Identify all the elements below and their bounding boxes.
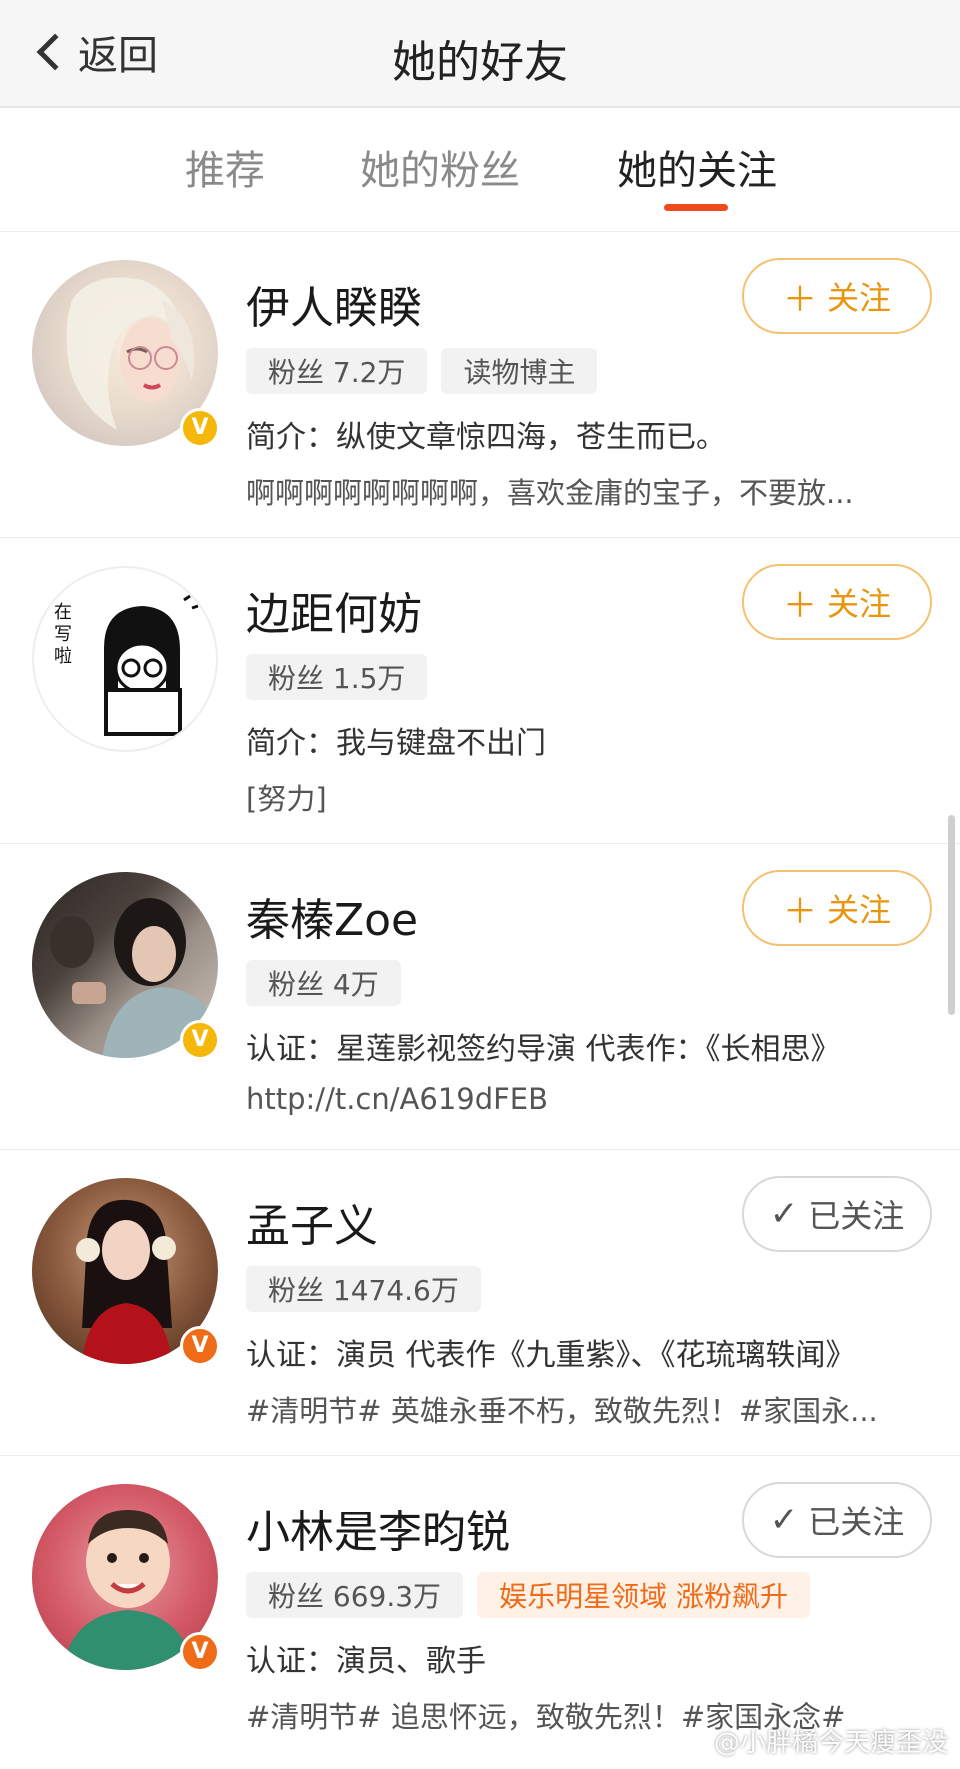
user-link[interactable]: http://t.cn/A619dFEB <box>246 1082 926 1116</box>
fans-count-badge: 粉丝 1474.6万 <box>246 1266 481 1312</box>
svg-text:写: 写 <box>54 624 72 645</box>
verified-badge-icon: V <box>180 1020 220 1060</box>
doodle-typing-avatar-image: 在 写 啦 <box>54 594 199 736</box>
check-icon: ✓ <box>769 1500 799 1540</box>
follow-button-label: 关注 <box>826 585 891 623</box>
badge-row: 粉丝 7.2万 读物博主 <box>246 348 598 394</box>
page-title: 她的好友 <box>392 37 568 88</box>
followed-button[interactable]: ✓ 已关注 <box>742 1176 932 1252</box>
user-latest-post: 啊啊啊啊啊啊啊啊，喜欢金庸的宝子，不要放... <box>246 476 854 510</box>
svg-text:在: 在 <box>54 602 72 623</box>
user-name[interactable]: 边距何妨 <box>246 578 422 642</box>
follow-button[interactable]: ＋ 关注 <box>742 564 932 640</box>
tab-her-fans[interactable]: 她的粉丝 <box>360 138 520 196</box>
svg-text:啦: 啦 <box>54 646 72 667</box>
follow-button[interactable]: ＋ 关注 <box>742 258 932 334</box>
user-name[interactable]: 伊人睽睽 <box>246 272 422 336</box>
badge-row: 粉丝 1.5万 <box>246 654 428 700</box>
plus-icon: ＋ <box>782 585 817 626</box>
follow-button-label: 关注 <box>826 891 891 929</box>
plus-icon: ＋ <box>782 891 817 932</box>
list-item[interactable]: V 小林是李昀锐 粉丝 669.3万 娱乐明星领域 涨粉飙升 认证：演员、歌手 … <box>0 1456 960 1762</box>
user-verification: 认证：演员、歌手 <box>246 1644 486 1679</box>
tab-recommend[interactable]: 推荐 <box>185 138 265 196</box>
plus-icon: ＋ <box>782 279 817 320</box>
active-tab-indicator <box>664 204 728 211</box>
follow-button-label: 关注 <box>826 279 891 317</box>
user-name[interactable]: 孟子义 <box>246 1190 378 1254</box>
followed-button[interactable]: ✓ 已关注 <box>742 1482 932 1558</box>
badge-row: 粉丝 4万 <box>246 960 401 1006</box>
user-latest-post: [努力] <box>246 782 327 816</box>
list-item[interactable]: 在 写 啦 边距何妨 粉丝 1.5万 简介：我与键盘不出门 [努力] ＋ 关注 <box>0 538 960 844</box>
user-latest-post: #清明节# 英雄永垂不朽，致敬先烈！#家国永... <box>246 1394 878 1428</box>
check-icon: ✓ <box>769 1194 799 1234</box>
trending-badge: 娱乐明星领域 涨粉飙升 <box>477 1572 810 1618</box>
user-verification: 认证：演员 代表作《九重紫》、《花琉璃轶闻》 <box>246 1338 856 1373</box>
tab-her-following[interactable]: 她的关注 <box>617 138 777 196</box>
follow-button-label: 已关注 <box>808 1503 905 1541</box>
scrollbar[interactable] <box>948 815 955 1015</box>
user-intro: 简介：我与键盘不出门 <box>246 726 546 761</box>
watermark-text: @小胖橘今天瘦歪没 <box>713 1728 948 1758</box>
verified-badge-icon: V <box>180 1632 220 1672</box>
badge-row: 粉丝 1474.6万 <box>246 1266 481 1312</box>
user-name[interactable]: 秦榛Zoe <box>246 884 418 948</box>
fans-count-badge: 粉丝 669.3万 <box>246 1572 464 1618</box>
follow-button-label: 已关注 <box>808 1197 905 1235</box>
list-item[interactable]: V 秦榛Zoe 粉丝 4万 认证：星莲影视签约导演 代表作：《长相思》 http… <box>0 844 960 1150</box>
category-badge: 读物博主 <box>441 348 598 394</box>
badge-row: 粉丝 669.3万 娱乐明星领域 涨粉飙升 <box>246 1572 810 1618</box>
verified-badge-icon: V <box>180 1326 220 1366</box>
fans-count-badge: 粉丝 1.5万 <box>246 654 428 700</box>
user-name[interactable]: 小林是李昀锐 <box>246 1496 510 1560</box>
tab-bar: 推荐 她的粉丝 她的关注 <box>0 110 960 232</box>
fans-count-badge: 粉丝 7.2万 <box>246 348 428 394</box>
avatar[interactable]: 在 写 啦 <box>32 566 218 752</box>
top-nav-bar: 返回 她的好友 <box>0 0 960 108</box>
follow-button[interactable]: ＋ 关注 <box>742 870 932 946</box>
list-item[interactable]: V 孟子义 粉丝 1474.6万 认证：演员 代表作《九重紫》、《花琉璃轶闻》 … <box>0 1150 960 1456</box>
user-intro: 简介：纵使文章惊四海，苍生而已。 <box>246 420 726 455</box>
list-item[interactable]: V 伊人睽睽 粉丝 7.2万 读物博主 简介：纵使文章惊四海，苍生而已。 啊啊啊… <box>0 232 960 538</box>
verified-badge-icon: V <box>180 408 220 448</box>
fans-count-badge: 粉丝 4万 <box>246 960 401 1006</box>
user-verification: 认证：星莲影视签约导演 代表作：《长相思》 <box>246 1032 841 1067</box>
